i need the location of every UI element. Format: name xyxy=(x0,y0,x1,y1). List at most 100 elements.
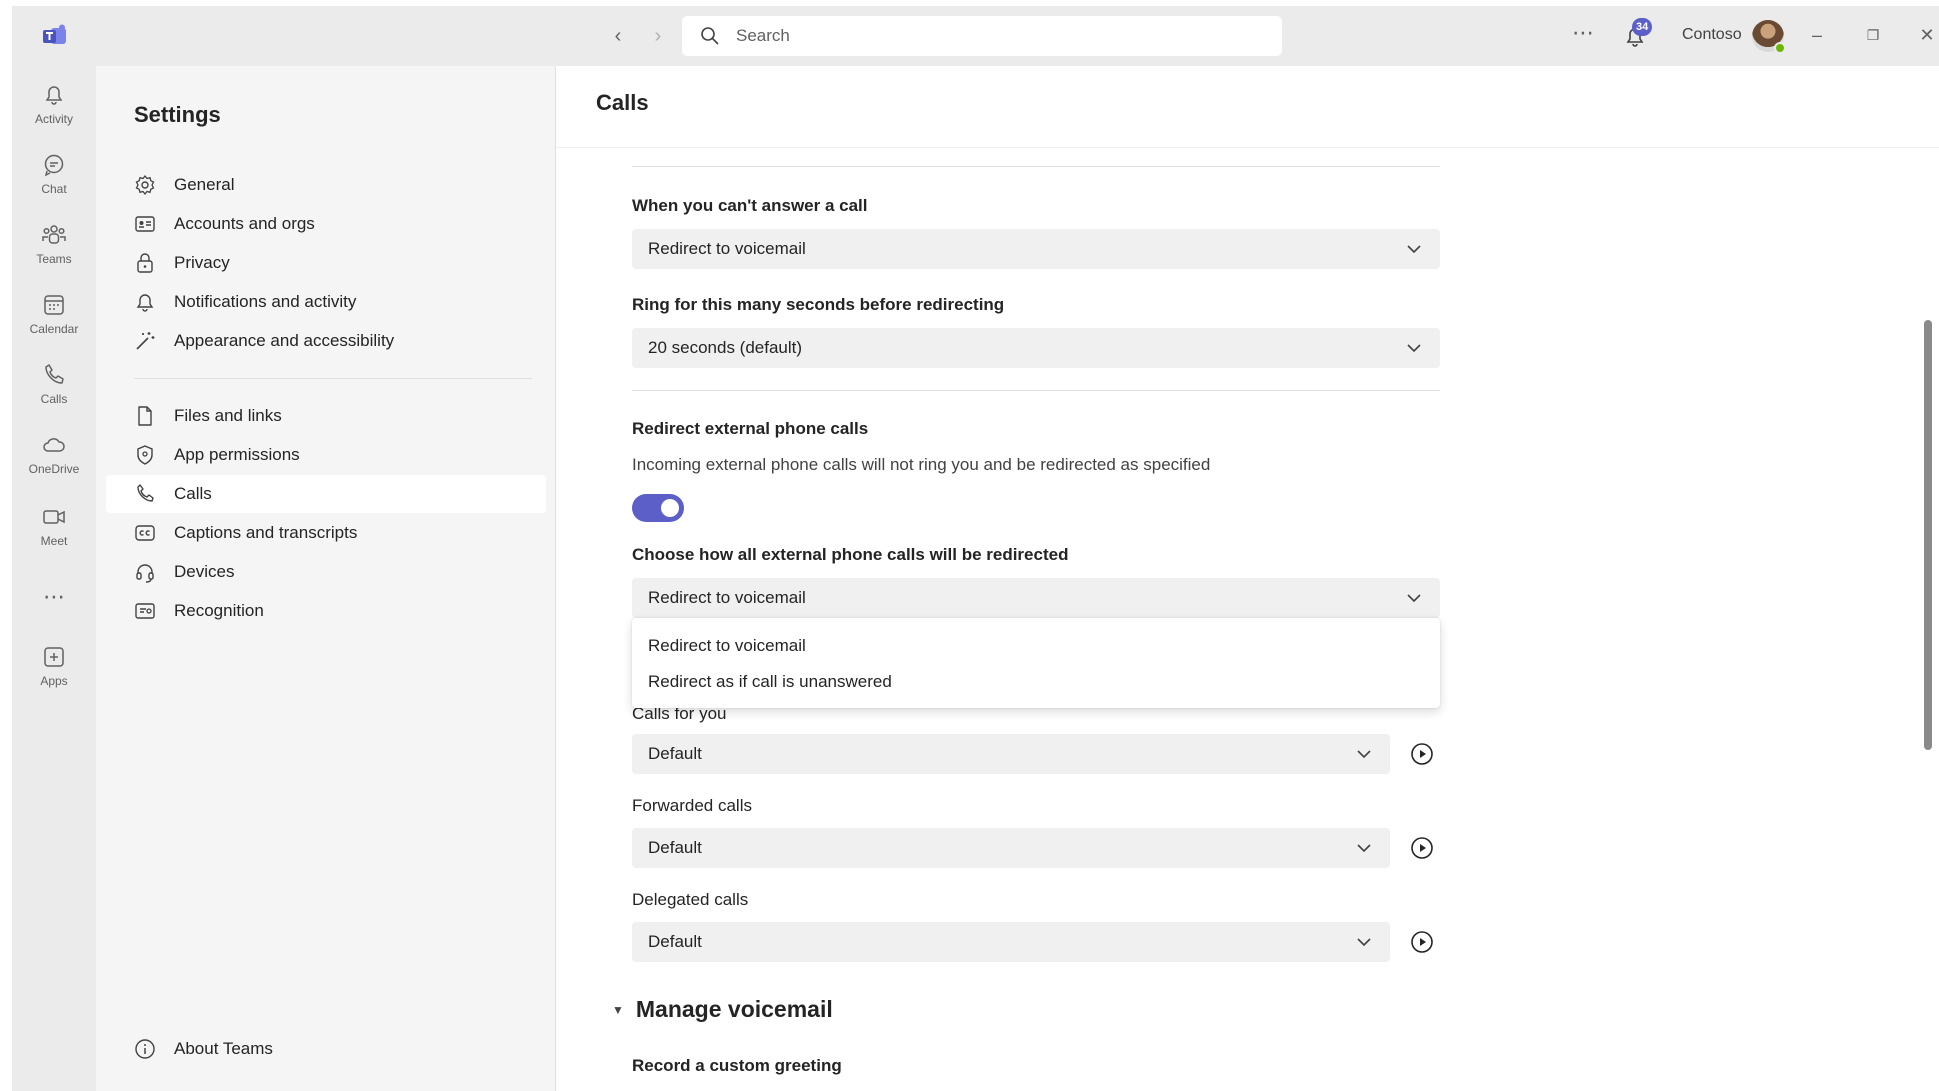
redirect-external-toggle[interactable] xyxy=(632,494,684,522)
ring-value: 20 seconds (default) xyxy=(648,338,803,357)
chevron-down-icon xyxy=(1357,750,1371,759)
settings-item-label: Accounts and orgs xyxy=(174,214,315,233)
external-redirect-dropdown[interactable]: Redirect to voicemail xyxy=(632,578,1440,618)
external-description: Incoming external phone calls will not r… xyxy=(632,455,1211,474)
about-teams-label: About Teams xyxy=(174,1039,273,1058)
cloud-icon xyxy=(43,438,65,452)
settings-item-privacy[interactable]: Privacy xyxy=(106,244,546,282)
choose-redirect-label: Choose how all external phone calls will… xyxy=(632,545,1069,564)
settings-item-label: Appearance and accessibility xyxy=(174,331,395,350)
manage-voicemail-header[interactable]: ▼ Manage voicemail xyxy=(612,996,833,1023)
shield-icon xyxy=(137,445,153,465)
forward-arrow-icon[interactable]: › xyxy=(646,24,670,48)
calls-settings-pane: Calls When you can't answer a call Redir… xyxy=(556,66,1939,1091)
rail-item-calendar[interactable]: Calendar xyxy=(12,292,96,356)
rail-item-teams[interactable]: Teams xyxy=(12,222,96,286)
rail-item-chat[interactable]: Chat xyxy=(12,152,96,216)
settings-item-label: Files and links xyxy=(174,406,282,425)
settings-item-devices[interactable]: Devices xyxy=(106,553,546,591)
settings-item-label: Captions and transcripts xyxy=(174,523,358,542)
settings-item-label: Recognition xyxy=(174,601,264,620)
rail-label: Meet xyxy=(40,534,68,548)
app-rail: Activity Chat Teams Calendar Calls OneDr… xyxy=(12,66,96,1091)
rail-label: Activity xyxy=(34,112,73,126)
id-card-icon xyxy=(135,216,155,232)
settings-item-label: Notifications and activity xyxy=(174,292,357,311)
rail-item-activity[interactable]: Activity xyxy=(12,82,96,146)
chevron-down-icon xyxy=(1357,844,1371,853)
rail-item-apps[interactable]: Apps xyxy=(12,644,96,708)
rail-item-meet[interactable]: Meet xyxy=(12,504,96,568)
scrollbar-thumb[interactable] xyxy=(1924,320,1932,750)
settings-item-label: App permissions xyxy=(174,445,300,464)
headset-icon xyxy=(136,564,154,583)
close-icon[interactable]: ✕ xyxy=(1912,20,1939,50)
calls-for-you-value: Default xyxy=(648,744,702,763)
settings-item-recognition[interactable]: Recognition xyxy=(106,592,546,630)
chevron-down-icon xyxy=(1407,594,1421,603)
unanswered-dropdown[interactable]: Redirect to voicemail xyxy=(632,229,1440,269)
chevron-down-icon xyxy=(1407,245,1421,254)
rail-label: Calendar xyxy=(29,322,79,336)
settings-item-appearance[interactable]: Appearance and accessibility xyxy=(106,322,546,360)
search-icon xyxy=(701,27,719,45)
about-teams-item[interactable]: About Teams xyxy=(106,1030,546,1068)
ring-label: Ring for this many seconds before redire… xyxy=(632,295,1005,314)
section-divider xyxy=(632,166,1440,167)
more-apps-icon[interactable]: ⋯ xyxy=(12,584,96,648)
forwarded-calls-dropdown[interactable]: Default xyxy=(632,828,1390,868)
manage-voicemail-title: Manage voicemail xyxy=(635,996,833,1022)
settings-item-label: Privacy xyxy=(174,253,230,272)
minimize-icon[interactable]: – xyxy=(1802,20,1832,50)
settings-item-accounts[interactable]: Accounts and orgs xyxy=(106,205,546,243)
play-icon[interactable] xyxy=(1410,742,1434,766)
menu-item-redirect-voicemail[interactable]: Redirect to voicemail xyxy=(648,636,806,656)
external-redirect-value: Redirect to voicemail xyxy=(648,588,806,607)
info-icon xyxy=(135,1039,155,1059)
settings-item-label: Calls xyxy=(174,484,212,503)
lock-icon xyxy=(137,253,153,273)
ring-dropdown[interactable]: 20 seconds (default) xyxy=(632,328,1440,368)
nav-divider xyxy=(134,378,532,379)
org-name[interactable]: Contoso xyxy=(1682,26,1742,44)
rail-label: OneDrive xyxy=(28,462,80,476)
presence-available-icon xyxy=(1774,42,1786,54)
settings-item-app-permissions[interactable]: App permissions xyxy=(106,436,546,474)
settings-item-general[interactable]: General xyxy=(106,166,546,204)
video-icon xyxy=(43,510,65,524)
search-box[interactable]: Search xyxy=(682,16,1282,56)
forwarded-calls-label: Forwarded calls xyxy=(632,796,752,815)
settings-item-calls[interactable]: Calls xyxy=(106,475,546,513)
delegated-calls-label: Delegated calls xyxy=(632,890,749,909)
rail-label: Teams xyxy=(36,252,72,266)
search-placeholder: Search xyxy=(736,26,790,45)
play-icon[interactable] xyxy=(1410,930,1434,954)
calls-for-you-dropdown[interactable]: Default xyxy=(632,734,1390,774)
forwarded-calls-value: Default xyxy=(648,838,702,857)
rail-item-calls[interactable]: Calls xyxy=(12,362,96,426)
add-apps-icon xyxy=(44,647,64,667)
settings-item-notifications[interactable]: Notifications and activity xyxy=(106,283,546,321)
teams-icon xyxy=(42,225,66,244)
chevron-down-icon xyxy=(1357,938,1371,947)
wand-icon xyxy=(136,332,155,350)
teams-logo-icon[interactable] xyxy=(42,24,68,48)
menu-item-redirect-unanswered[interactable]: Redirect as if call is unanswered xyxy=(648,672,892,692)
delegated-calls-dropdown[interactable]: Default xyxy=(632,922,1390,962)
settings-item-files[interactable]: Files and links xyxy=(106,397,546,435)
external-label: Redirect external phone calls xyxy=(632,419,869,438)
settings-item-captions[interactable]: Captions and transcripts xyxy=(106,514,546,552)
play-icon[interactable] xyxy=(1410,836,1434,860)
chat-icon xyxy=(44,154,64,177)
more-options-icon[interactable]: ⋯ xyxy=(1572,20,1595,46)
chevron-down-icon xyxy=(1407,344,1421,353)
toggle-knob xyxy=(661,499,679,517)
settings-nav: Settings General Accounts and orgs Priva… xyxy=(96,66,556,1091)
calendar-icon xyxy=(44,295,64,315)
main-header: Calls xyxy=(556,66,1939,148)
page-title: Calls xyxy=(596,90,649,115)
rail-item-onedrive[interactable]: OneDrive xyxy=(12,432,96,496)
restore-icon[interactable]: ❐ xyxy=(1858,20,1888,50)
settings-item-label: Devices xyxy=(174,562,235,581)
back-arrow-icon[interactable]: ‹ xyxy=(606,24,630,48)
